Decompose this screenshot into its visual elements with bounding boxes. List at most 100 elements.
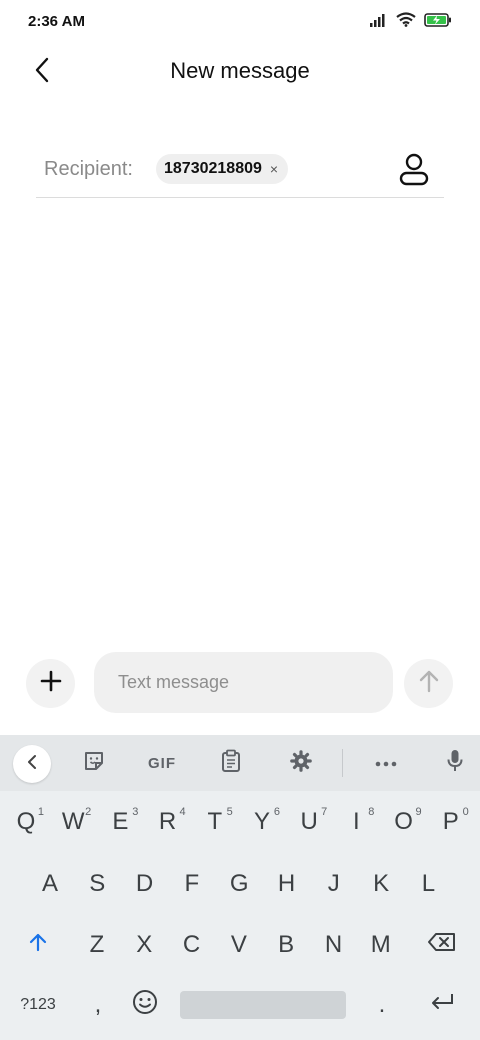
key-label: G <box>229 870 249 897</box>
key-e[interactable]: E3 <box>100 800 140 844</box>
key-s[interactable]: S <box>77 862 117 906</box>
key-l[interactable]: L <box>408 862 448 906</box>
voice-input-button[interactable] <box>437 745 473 781</box>
contact-picker-button[interactable] <box>398 152 430 188</box>
key-label: Z <box>89 931 105 958</box>
wifi-icon <box>396 12 416 32</box>
key-k[interactable]: K <box>361 862 401 906</box>
key-label: W <box>61 808 85 835</box>
key-number-hint: 0 <box>462 806 469 818</box>
key-f[interactable]: F <box>172 862 212 906</box>
more-options-button[interactable] <box>368 745 404 781</box>
key-label: F <box>184 870 200 897</box>
key-b[interactable]: B <box>266 923 306 967</box>
key-h[interactable]: H <box>267 862 307 906</box>
key-y[interactable]: Y6 <box>242 800 282 844</box>
key-c[interactable]: C <box>172 923 212 967</box>
app-header: New message <box>0 44 480 100</box>
chevron-left-icon <box>27 754 37 775</box>
key-w[interactable]: W2 <box>53 800 93 844</box>
keyboard-toolbar: GIF <box>0 735 480 791</box>
key-label: M <box>370 931 391 958</box>
key-number-hint: 3 <box>132 806 139 818</box>
arrow-up-icon <box>418 669 440 698</box>
gear-icon <box>290 749 312 777</box>
microphone-icon <box>447 749 463 778</box>
key-number-hint: 8 <box>368 806 375 818</box>
key-j[interactable]: J <box>314 862 354 906</box>
key-number-hint: 6 <box>273 806 280 818</box>
key-u[interactable]: U7 <box>289 800 329 844</box>
shift-key[interactable] <box>18 925 58 965</box>
recipient-chip[interactable]: 18730218809 × <box>156 154 289 184</box>
emoji-key[interactable] <box>128 985 162 1025</box>
key-number-hint: 5 <box>226 806 233 818</box>
page-title: New message <box>170 58 310 83</box>
enter-return-icon <box>429 991 455 1019</box>
plus-icon <box>40 670 62 697</box>
key-o[interactable]: O9 <box>384 800 424 844</box>
text-message-input[interactable] <box>94 652 393 713</box>
message-composer <box>0 652 480 714</box>
key-q[interactable]: Q1 <box>6 800 46 844</box>
chip-remove-icon[interactable]: × <box>270 162 278 176</box>
backspace-key[interactable] <box>420 925 464 965</box>
key-label: U <box>300 808 318 835</box>
gif-label: GIF <box>148 754 176 772</box>
toolbar-divider <box>342 749 343 777</box>
status-bar: 2:36 AM <box>0 0 480 44</box>
key-i[interactable]: I8 <box>336 800 376 844</box>
key-t[interactable]: T5 <box>195 800 235 844</box>
person-icon <box>398 153 430 192</box>
key-label: P <box>442 808 459 835</box>
period-key[interactable]: . <box>368 985 396 1025</box>
key-label: A <box>41 870 58 897</box>
status-icons <box>370 12 452 32</box>
key-label: I <box>353 808 360 835</box>
key-g[interactable]: G <box>219 862 259 906</box>
key-number-hint: 1 <box>37 806 44 818</box>
signal-icon <box>370 13 388 32</box>
battery-charging-icon <box>424 12 452 32</box>
key-n[interactable]: N <box>314 923 354 967</box>
key-label: H <box>277 870 296 897</box>
emoji-smile-icon <box>132 989 158 1022</box>
key-label: T <box>207 808 223 835</box>
backspace-icon <box>427 931 457 959</box>
key-label: X <box>136 931 153 958</box>
key-z[interactable]: Z <box>77 923 117 967</box>
clipboard-button[interactable] <box>213 745 249 781</box>
key-x[interactable]: X <box>124 923 164 967</box>
key-number-hint: 9 <box>415 806 422 818</box>
shift-arrow-icon <box>29 931 47 959</box>
key-label: L <box>421 870 436 897</box>
key-label: C <box>182 931 201 958</box>
key-number-hint: 2 <box>85 806 92 818</box>
symbols-key[interactable]: ?123 <box>14 985 62 1025</box>
key-label: R <box>158 808 177 835</box>
sticker-button[interactable] <box>76 745 112 781</box>
key-number-hint: 4 <box>179 806 186 818</box>
comma-key[interactable]: , <box>84 985 112 1025</box>
space-key[interactable] <box>180 991 346 1019</box>
sticker-icon <box>83 750 105 777</box>
key-r[interactable]: R4 <box>148 800 188 844</box>
key-v[interactable]: V <box>219 923 259 967</box>
key-m[interactable]: M <box>361 923 401 967</box>
key-label: D <box>135 870 154 897</box>
key-a[interactable]: A <box>30 862 70 906</box>
status-time: 2:36 AM <box>28 13 85 30</box>
keyboard-collapse-button[interactable] <box>13 745 51 783</box>
key-label: O <box>394 808 413 835</box>
recipient-row[interactable]: Recipient: 18730218809 × <box>36 140 444 198</box>
key-label: V <box>230 931 247 958</box>
keyboard-settings-button[interactable] <box>283 745 319 781</box>
key-d[interactable]: D <box>125 862 165 906</box>
key-p[interactable]: P0 <box>431 800 471 844</box>
gif-button[interactable]: GIF <box>141 745 183 781</box>
add-attachment-button[interactable] <box>26 659 75 708</box>
send-button[interactable] <box>404 659 453 708</box>
enter-key[interactable] <box>420 985 464 1025</box>
recipient-chip-number: 18730218809 <box>164 160 262 177</box>
key-label: K <box>373 870 390 897</box>
